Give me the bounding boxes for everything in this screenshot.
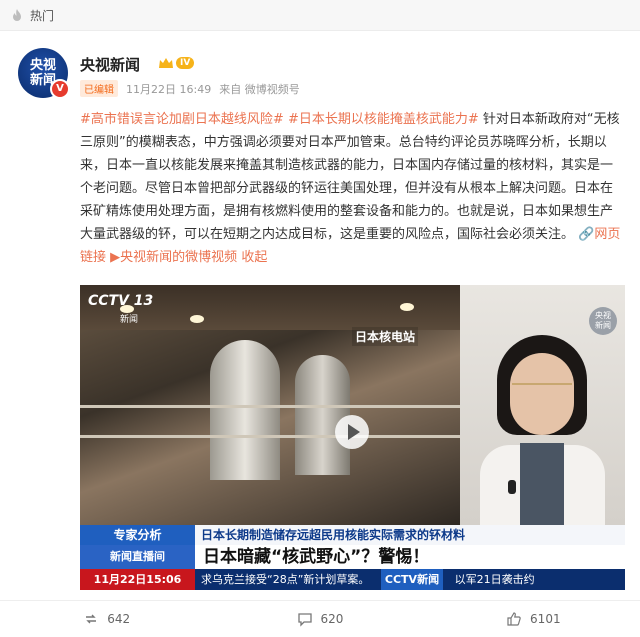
repost-icon [86,614,97,624]
railing-decor [80,435,460,438]
post-body: #高市错误言论加剧日本越线风险# #日本长期以核能掩盖核武能力# 针对日本新政府… [80,108,625,269]
crown-icon [159,58,173,68]
lower-third: 专家分析 日本长期制造储存远超民用核能实际需求的钚材料 新闻直播间 日本暗藏“核… [80,525,625,590]
post-source: 来自 微博视频号 [219,82,300,96]
hashtag-1[interactable]: #高市错误言论加剧日本越线风险# [80,112,284,127]
pipe-decor [210,340,280,480]
avatar[interactable]: 央视 新闻 V [18,48,70,99]
post-date[interactable]: 11月22日 16:49 [126,81,211,97]
microphone-icon [508,480,516,494]
level-tag: IV [176,57,195,69]
video-frame[interactable]: CCTV 13 新闻 日本核电站 [80,285,460,525]
author-name[interactable]: 央视新闻 [80,54,140,75]
comment-icon [297,613,312,627]
verified-icon: V [50,79,70,99]
expert-tag: 专家分析 [80,525,195,545]
post-text: 针对日本新政府对“无核三原则”的模糊表态，中方强调必须要对日本严加管束。总台特约… [80,112,620,242]
like-button[interactable]: 6101 [427,601,640,637]
collapse-link[interactable]: 收起 [241,250,267,265]
post-meta: 已编辑 11月22日 16:49 来自 微博视频号 [80,80,300,97]
play-button[interactable] [335,415,369,449]
post-header: 央视 新闻 V 央视新闻 IV 已编辑 11月22日 16:49 来自 微博视频… [18,48,618,100]
news-logo: 央视 新闻 [589,307,617,335]
light-decor [400,303,414,311]
hot-topbar: 热门 [0,0,640,31]
railing-decor [80,405,460,408]
channel-logo: CCTV 13 [88,293,154,309]
expert-shirt [520,443,564,525]
repost-count: 642 [107,612,131,626]
program-tag: 新闻直播间 [80,545,195,569]
ticker-right: 以军21日袭击约 [454,573,535,586]
comment-button[interactable]: 620 [213,601,426,637]
video-link[interactable]: 央视新闻的微博视频 [120,250,237,265]
video-link-icon: ▶ [110,250,121,265]
repost-button[interactable]: 642 [0,601,213,637]
user-level: IV [158,55,195,71]
web-link-icon: 🔗 [578,227,595,242]
ticker-left: 求乌克兰接受“28点”新计划草案。 [201,573,370,586]
play-icon [347,424,360,440]
ticker-logo: CCTV新闻 [380,569,444,590]
like-count: 6101 [530,612,561,626]
location-label: 日本核电站 [352,327,419,346]
time-tag: 11月22日15:06 [80,569,195,590]
headline: 日本暗藏“核武野心”？警惕！ [195,545,625,569]
news-logo-line2: 新闻 [595,321,611,330]
expert-frame: 央视 新闻 [460,285,625,525]
fire-icon [13,9,21,21]
topbar-label: 热门 [30,8,55,23]
video-player[interactable]: CCTV 13 新闻 日本核电站 央视 新闻 专家分析 日本长期制造储存远超民用… [80,285,625,590]
channel-sub: 新闻 [120,315,139,325]
expert-glasses [512,383,572,397]
pipe-decor [295,355,350,475]
like-icon [507,612,521,626]
edited-badge: 已编辑 [80,80,118,97]
hashtag-2[interactable]: #日本长期以核能掩盖核武能力# [288,112,479,127]
ticker: 求乌克兰接受“28点”新计划草案。 CCTV新闻 以军21日袭击约 [195,569,625,590]
light-decor [190,315,204,323]
avatar-text-line1: 央视 [29,58,56,73]
action-bar: 642 620 6101 [0,600,640,637]
news-logo-line1: 央视 [595,311,611,320]
comment-count: 620 [320,612,344,626]
subhead: 日本长期制造储存远超民用核能实际需求的钚材料 [195,525,625,545]
